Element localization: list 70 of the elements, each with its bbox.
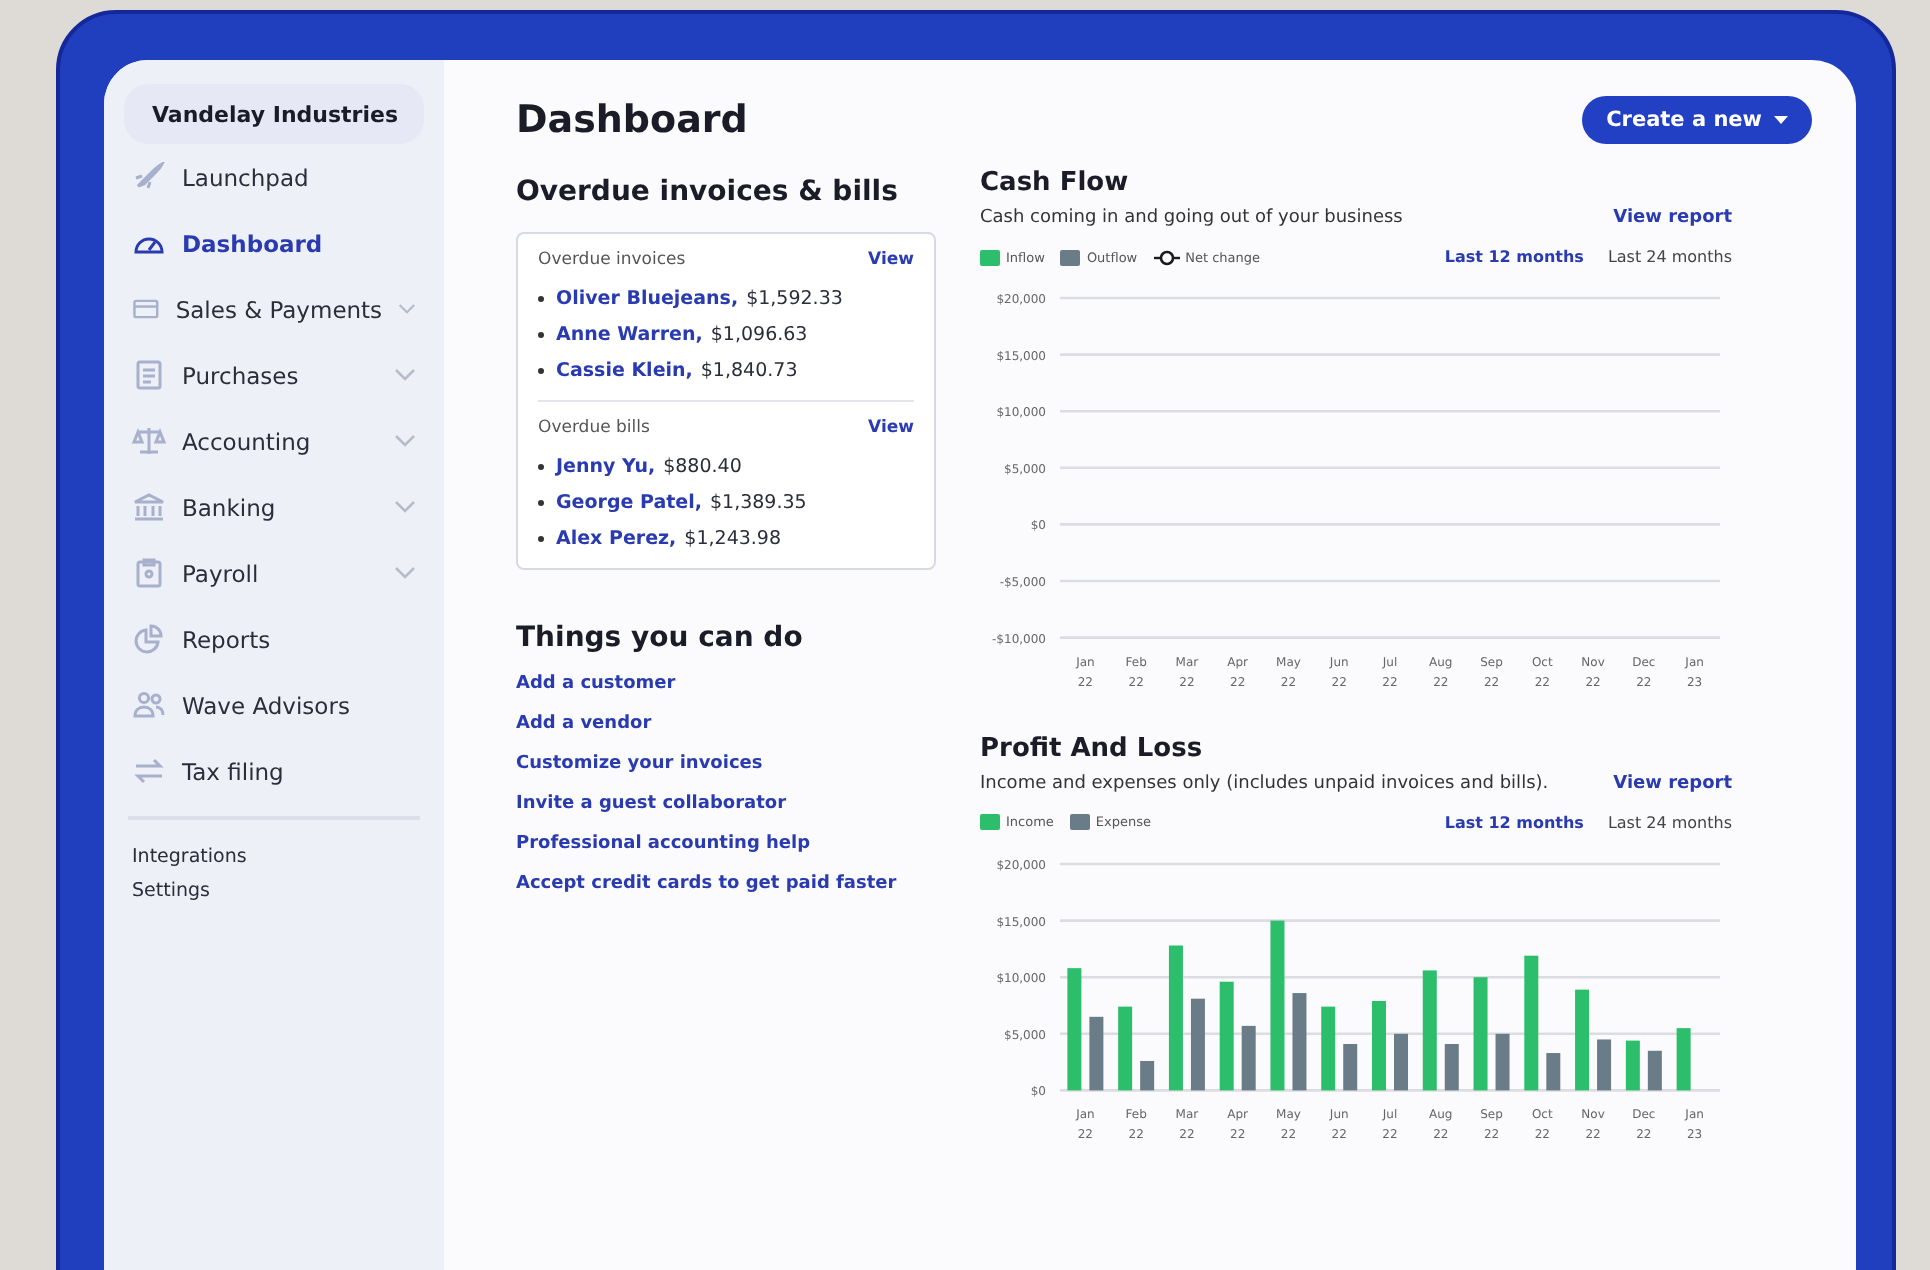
caret-icon [1774, 116, 1788, 124]
nav-item[interactable]: Wave Advisors [124, 672, 424, 738]
nav-item[interactable]: Payroll [124, 540, 424, 606]
view-report-link[interactable]: View report [1613, 208, 1732, 228]
action-link[interactable]: Invite a guest collaborator [516, 794, 936, 814]
action-link[interactable]: Add a customer [516, 674, 936, 694]
action-link[interactable]: Add a vendor [516, 714, 936, 734]
nav-item[interactable]: Accounting [124, 408, 424, 474]
bullet-icon [538, 367, 544, 373]
amount-text: $1,389.35 [709, 491, 807, 513]
people-icon [132, 690, 166, 720]
nav-item[interactable]: Reports [124, 606, 424, 672]
chevron-down-icon [394, 368, 416, 382]
business-switcher[interactable]: Vandelay Industries [124, 84, 424, 144]
view-link[interactable]: View [868, 418, 914, 438]
action-link[interactable]: Accept credit cards to get paid faster [516, 874, 936, 894]
contact-link[interactable]: Jenny Yu, [556, 455, 656, 477]
range-tab[interactable]: Last 24 months [1607, 248, 1732, 266]
action-link[interactable]: Professional accounting help [516, 834, 936, 854]
pie-chart-icon [132, 624, 166, 654]
amount-text: $1,096.63 [710, 323, 808, 345]
chevron-down-icon [394, 500, 416, 514]
page-title: Dashboard [516, 98, 748, 142]
view-link[interactable]: View [868, 250, 914, 270]
range-tab[interactable]: Last 12 months [1444, 813, 1584, 832]
sidebar-link[interactable]: Settings [124, 874, 424, 908]
group-title: Overdue bills [538, 418, 650, 438]
chevron-down-icon [394, 434, 416, 448]
receipt-icon [132, 360, 166, 390]
amount-text: $1,243.98 [684, 527, 782, 549]
panel-subtitle: Cash coming in and going out of your business [980, 208, 1403, 228]
nav-item[interactable]: Dashboard [124, 210, 424, 276]
view-report-link[interactable]: View report [1613, 773, 1732, 794]
create-new-button[interactable]: Create a new [1582, 96, 1812, 144]
contact-link[interactable]: Cassie Klein, [556, 359, 693, 381]
rocket-icon [132, 162, 166, 192]
group-title: Overdue invoices [538, 250, 686, 270]
action-link[interactable]: Customize your invoices [516, 754, 936, 774]
contact-link[interactable]: Alex Perez, [556, 527, 677, 549]
arrows-icon [132, 756, 166, 786]
panel-subtitle: Income and expenses only (includes unpaid invoices and bills). [980, 773, 1549, 794]
scale-icon [132, 426, 166, 456]
bullet-icon [538, 331, 544, 337]
nav-item[interactable]: Tax filing [124, 738, 424, 804]
amount-text: $1,840.73 [700, 359, 798, 381]
section-title: Overdue invoices & bills [516, 176, 900, 208]
bank-icon [132, 492, 166, 522]
bullet-icon [538, 463, 544, 469]
panel-title: Cash Flow [980, 168, 1131, 198]
nav-item[interactable]: Purchases [124, 342, 424, 408]
nav-item[interactable]: Launchpad [124, 144, 424, 210]
nav-item[interactable]: Banking [124, 474, 424, 540]
range-tab[interactable]: Last 12 months [1444, 248, 1584, 266]
sidebar-link[interactable]: Integrations [124, 840, 424, 874]
contact-link[interactable]: Anne Warren, [556, 323, 703, 345]
chevron-down-icon [394, 566, 416, 580]
card-icon [132, 294, 160, 324]
chevron-down-icon [398, 302, 416, 316]
amount-text: $880.40 [663, 455, 742, 477]
contact-link[interactable]: George Patel, [556, 491, 702, 513]
section-title: Things you can do [516, 622, 805, 654]
nav-item[interactable]: Sales & Payments [124, 276, 424, 342]
bullet-icon [538, 535, 544, 541]
clipboard-icon [132, 558, 166, 588]
panel-title: Profit And Loss [980, 733, 1205, 764]
amount-text: $1,592.33 [746, 287, 843, 309]
contact-link[interactable]: Oliver Bluejeans, [556, 287, 739, 309]
bullet-icon [538, 499, 544, 505]
range-tab[interactable]: Last 24 months [1607, 813, 1732, 832]
bullet-icon [538, 295, 544, 301]
